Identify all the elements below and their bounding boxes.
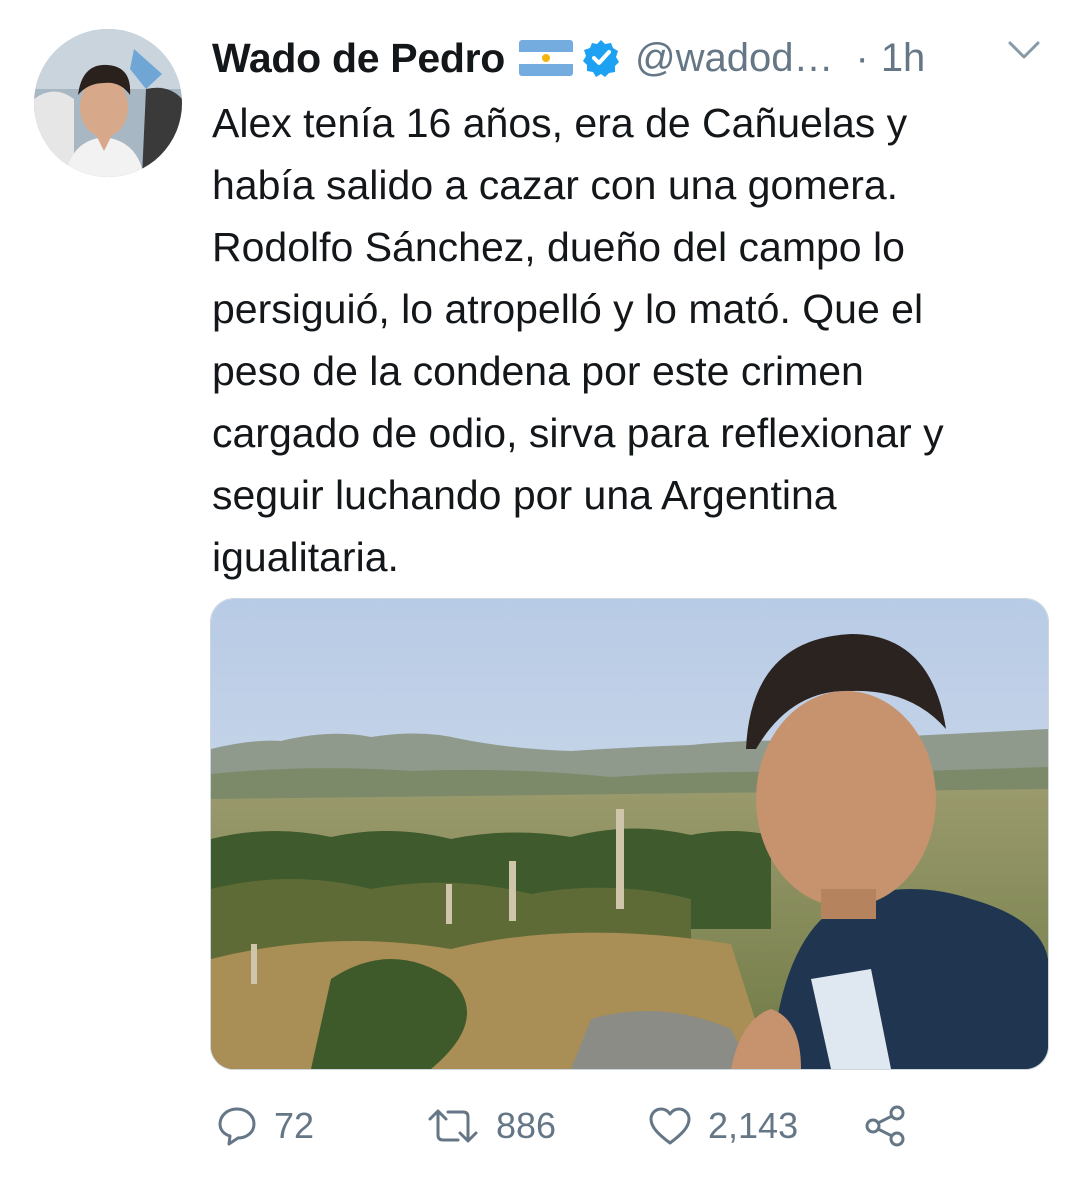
separator-dot: · (855, 35, 869, 80)
reply-count: 72 (274, 1105, 315, 1146)
heart-icon (648, 1105, 692, 1147)
retweet-button[interactable]: 886 (426, 1098, 556, 1154)
tweet-header: Wado de Pedro @wadod… · 1h (212, 30, 1052, 86)
avatar[interactable] (34, 29, 182, 177)
tweet[interactable]: Wado de Pedro @wadod… · 1h Alex tenía 16… (0, 0, 1080, 1194)
tweet-photo[interactable] (210, 598, 1049, 1070)
tweet-timestamp[interactable]: 1h (881, 36, 926, 81)
share-icon (862, 1103, 908, 1149)
chevron-down-icon[interactable] (1006, 38, 1042, 62)
tweet-actions: 72 886 2,143 (210, 1098, 1050, 1154)
share-button[interactable] (862, 1098, 908, 1154)
tweet-text: Alex tenía 16 años, era de Cañuelas y ha… (212, 100, 944, 580)
retweet-count: 886 (496, 1105, 557, 1146)
reply-button[interactable]: 72 (216, 1098, 314, 1154)
argentina-flag-icon (519, 40, 573, 76)
reply-icon (216, 1105, 258, 1147)
retweet-icon (426, 1105, 480, 1147)
verified-badge-icon (581, 38, 621, 78)
author-display-name[interactable]: Wado de Pedro (212, 35, 505, 82)
like-count: 2,143 (708, 1105, 799, 1146)
like-button[interactable]: 2,143 (648, 1098, 798, 1154)
author-handle[interactable]: @wadod… (635, 36, 833, 81)
